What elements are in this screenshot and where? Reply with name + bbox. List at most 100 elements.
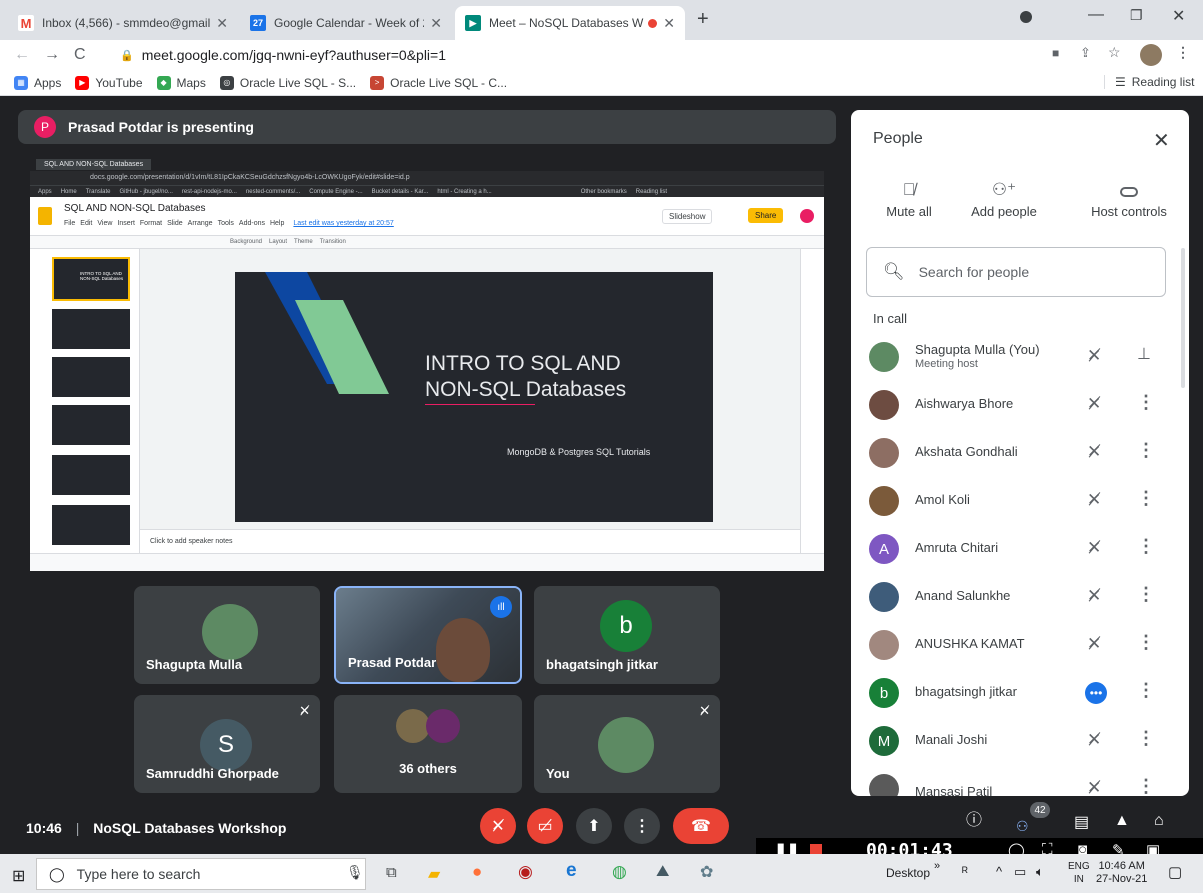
camera-icon[interactable]: ■ xyxy=(1052,46,1059,60)
forward-icon[interactable]: → xyxy=(44,46,60,64)
mute-all-button[interactable]: 🎙̸ Mute all xyxy=(861,180,957,219)
more-options-icon[interactable]: ⋮ xyxy=(1137,440,1155,461)
person-row[interactable]: Aishwarya Bhore ✕̸ ⋮ xyxy=(851,382,1189,430)
people-search-input[interactable]: 🔍︎ Search for people xyxy=(866,247,1166,297)
camera-toggle-button[interactable]: ▭̸ xyxy=(527,808,563,844)
reading-list[interactable]: ☰ Reading list xyxy=(1104,75,1194,89)
mic-toggle-button[interactable]: ✕̸ xyxy=(480,808,516,844)
person-row[interactable]: A Amruta Chitari ✕̸ ⋮ xyxy=(851,526,1189,574)
mic-off-icon[interactable]: ✕̸ xyxy=(1087,586,1101,606)
person-row[interactable]: Akshata Gondhali ✕̸ ⋮ xyxy=(851,430,1189,478)
bookmark-oracle-2[interactable]: > Oracle Live SQL - C... xyxy=(370,75,507,90)
more-options-button[interactable]: ⋮ xyxy=(624,808,660,844)
slide-thumbnail[interactable] xyxy=(52,405,130,445)
close-tab-icon[interactable]: ✕ xyxy=(216,15,228,32)
edge-icon[interactable]: e xyxy=(566,860,577,882)
info-icon[interactable]: ⓘ xyxy=(966,806,982,830)
close-tab-icon[interactable]: ✕ xyxy=(663,15,675,32)
people-tray-icon[interactable]: ᴿ xyxy=(962,864,968,879)
present-button[interactable]: ⬆︎ xyxy=(576,808,612,844)
participant-tile-others[interactable]: 36 others xyxy=(334,695,522,793)
bookmark-maps[interactable]: ◆ Maps xyxy=(156,75,206,90)
desktop-toolbar[interactable]: Desktop xyxy=(886,866,930,880)
share-button[interactable]: Share xyxy=(748,208,784,223)
tray-expand-icon[interactable]: ^ xyxy=(996,864,1002,879)
close-window-icon[interactable]: ✕ xyxy=(1172,6,1185,26)
new-tab-icon[interactable]: + xyxy=(697,8,709,31)
bookmark-youtube[interactable]: ▶ YouTube xyxy=(75,75,143,90)
participant-tile-video[interactable]: ıll Prasad Potdar xyxy=(334,586,522,684)
minimize-icon[interactable]: — xyxy=(1088,6,1104,24)
mic-off-icon[interactable]: ✕̸ xyxy=(1087,346,1101,366)
more-options-icon[interactable]: ⋮ xyxy=(1137,536,1155,557)
add-people-button[interactable]: ⚇⁺ Add people xyxy=(956,180,1052,219)
person-row[interactable]: Shagupta Mulla (You) Meeting host ✕̸ ⊥ xyxy=(851,334,1189,382)
person-row[interactable]: Amol Koli ✕̸ ⋮ xyxy=(851,478,1189,526)
taskbar-search-input[interactable]: ◯ Type here to search xyxy=(36,858,366,890)
bookmark-star-icon[interactable]: ☆ xyxy=(1108,44,1121,61)
mic-off-icon[interactable]: ✕̸ xyxy=(1087,634,1101,654)
toolbar-expand-icon[interactable]: » xyxy=(934,860,940,872)
file-explorer-icon[interactable]: ▰ xyxy=(428,864,440,884)
tab-gmail[interactable]: M Inbox (4,566) - smmdeo@gmail. ✕ xyxy=(8,6,238,40)
tab-meet[interactable]: ▶ Meet – NoSQL Databases W ✕ xyxy=(455,6,685,40)
mic-off-icon[interactable]: ✕̸ xyxy=(1087,394,1101,414)
profile-dot-icon[interactable] xyxy=(1020,11,1032,23)
slide-thumbnail[interactable] xyxy=(52,357,130,397)
person-row[interactable]: Mansasi Patil ✕̸ ⋮ xyxy=(851,766,1189,796)
menu-dots-icon[interactable]: ⋮ xyxy=(1176,44,1190,61)
people-button[interactable]: ⚇ 42 xyxy=(1016,802,1050,834)
slideshow-button[interactable]: Slideshow xyxy=(662,209,713,224)
windows-start-icon[interactable]: ⊞ xyxy=(12,866,25,886)
participant-tile[interactable]: b bhagatsingh jitkar xyxy=(534,586,720,684)
activities-icon[interactable]: ▲ xyxy=(1114,812,1130,830)
firefox-icon[interactable]: ● xyxy=(472,862,482,882)
more-options-icon[interactable]: ⋮ xyxy=(1137,488,1155,509)
slide-thumbnail[interactable] xyxy=(52,455,130,495)
slide-canvas[interactable]: INTRO TO SQL AND NON-SQL Databases Mongo… xyxy=(235,272,713,522)
maximize-icon[interactable]: ❐ xyxy=(1130,7,1143,24)
person-row[interactable]: Anand Salunkhe ✕̸ ⋮ xyxy=(851,574,1189,622)
slide-thumbnail-active[interactable]: INTRO TO SQL AND NON-SQL Databases xyxy=(52,257,130,301)
taskbar-clock[interactable]: 10:46 AM 27-Nov-21 xyxy=(1096,860,1147,886)
more-options-icon[interactable]: ⋮ xyxy=(1137,680,1155,701)
host-controls-button[interactable]: Host controls xyxy=(1073,180,1185,219)
bookmark-apps[interactable]: ▦ Apps xyxy=(14,75,61,90)
network-icon[interactable]: ▭ xyxy=(1014,864,1026,880)
paint-icon[interactable]: ✿ xyxy=(700,862,713,882)
task-view-icon[interactable]: ⧉ xyxy=(386,864,397,881)
media-player-icon[interactable]: ◉ xyxy=(518,862,533,882)
host-lock-icon[interactable]: ⌂ xyxy=(1154,812,1164,830)
profile-avatar[interactable] xyxy=(1140,44,1162,66)
tab-calendar[interactable]: 27 Google Calendar - Week of 21 N ✕ xyxy=(240,6,452,40)
volume-icon[interactable]: 🔈︎ xyxy=(1036,864,1044,880)
mic-off-icon[interactable]: ✕̸ xyxy=(1087,730,1101,750)
back-icon[interactable]: ← xyxy=(14,46,30,64)
speaker-notes[interactable]: Click to add speaker notes xyxy=(140,529,800,553)
bookmark-oracle-1[interactable]: ◎ Oracle Live SQL - S... xyxy=(219,75,356,90)
more-options-icon[interactable]: ⋮ xyxy=(1137,632,1155,653)
reload-icon[interactable]: C xyxy=(74,46,86,64)
panel-scrollbar[interactable] xyxy=(1181,248,1185,388)
mic-off-icon[interactable]: ✕̸ xyxy=(1087,490,1101,510)
pin-icon[interactable]: ⊥ xyxy=(1137,344,1151,364)
slide-thumbnail[interactable] xyxy=(52,309,130,349)
leave-call-button[interactable]: ☎︎ xyxy=(673,808,729,844)
more-options-icon[interactable]: ⋮ xyxy=(1137,584,1155,605)
person-row[interactable]: M Manali Joshi ✕̸ ⋮ xyxy=(851,718,1189,766)
url-field[interactable]: 🔒 meet.google.com/jgq-nwni-eyf?authuser=… xyxy=(120,45,1060,65)
close-tab-icon[interactable]: ✕ xyxy=(430,15,442,32)
person-row[interactable]: ANUSHKA KAMAT ✕̸ ⋮ xyxy=(851,622,1189,670)
photos-icon[interactable]: ⛰ xyxy=(656,863,669,881)
more-options-icon[interactable]: ⋮ xyxy=(1137,728,1155,749)
mic-off-icon[interactable]: ✕̸ xyxy=(1087,778,1101,796)
participant-tile[interactable]: ✕̸ S Samruddhi Ghorpade xyxy=(134,695,320,793)
mic-off-icon[interactable]: ✕̸ xyxy=(1087,442,1101,462)
person-row[interactable]: b bhagatsingh jitkar ••• ⋮ xyxy=(851,670,1189,718)
microphone-icon[interactable]: 🎙︎ xyxy=(346,864,364,881)
participant-tile-self[interactable]: ✕̸ You xyxy=(534,695,720,793)
language-indicator[interactable]: ENG IN xyxy=(1068,860,1090,886)
mic-off-icon[interactable]: ✕̸ xyxy=(1087,538,1101,558)
participant-tile[interactable]: Shagupta Mulla xyxy=(134,586,320,684)
more-options-icon[interactable]: ⋮ xyxy=(1137,392,1155,413)
